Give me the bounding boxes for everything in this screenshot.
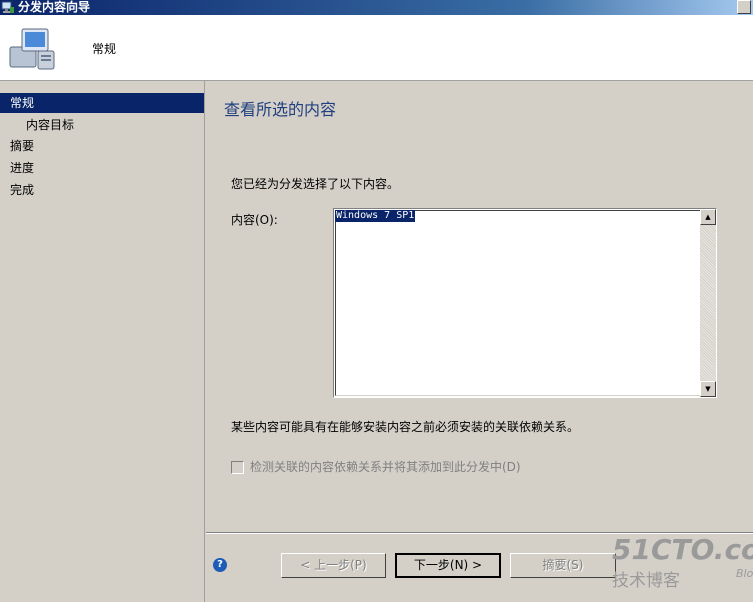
sidebar-item-general[interactable]: 常规 bbox=[0, 93, 204, 113]
title-bar: 分发内容向导 bbox=[0, 0, 753, 15]
close-button[interactable] bbox=[737, 0, 751, 14]
dependency-checkbox-row: 检测关联的内容依赖关系并将其添加到此分发中(D) bbox=[231, 458, 521, 475]
summary-button[interactable]: 摘要(S) bbox=[510, 553, 616, 578]
sidebar-item-content-destination[interactable]: 内容目标 bbox=[0, 115, 204, 135]
content-listbox[interactable]: Windows 7 SP1 ▲ ▼ bbox=[333, 208, 717, 398]
header-title: 常规 bbox=[92, 42, 117, 56]
list-item[interactable]: Windows 7 SP1 bbox=[335, 210, 416, 222]
content-list-label: 内容(O): bbox=[231, 213, 278, 227]
window-title: 分发内容向导 bbox=[18, 0, 91, 14]
dependency-note: 某些内容可能具有在能够安装内容之前必须安装的关联依赖关系。 bbox=[231, 420, 580, 434]
listbox-frame bbox=[335, 210, 715, 396]
sidebar-item-summary[interactable]: 摘要 bbox=[0, 136, 204, 156]
wizard-page: 查看所选的内容 您已经为分发选择了以下内容。 内容(O): Windows 7 … bbox=[206, 81, 753, 602]
wizard-app-icon bbox=[1, 1, 15, 14]
watermark-logo-text: 51CTO.com bbox=[612, 533, 753, 566]
dependency-checkbox-label: 检测关联的内容依赖关系并将其添加到此分发中(D) bbox=[250, 460, 521, 474]
dependency-checkbox[interactable] bbox=[231, 461, 244, 474]
page-title: 查看所选的内容 bbox=[224, 100, 337, 119]
scroll-up-arrow-icon[interactable]: ▲ bbox=[700, 209, 716, 225]
sidebar-item-completion[interactable]: 完成 bbox=[0, 180, 204, 200]
wizard-step-sidebar: 常规 内容目标 摘要 进度 完成 bbox=[0, 81, 205, 602]
page-description: 您已经为分发选择了以下内容。 bbox=[231, 177, 400, 191]
vertical-scrollbar[interactable]: ▲ ▼ bbox=[700, 209, 716, 397]
next-button[interactable]: 下一步(N) > bbox=[395, 553, 501, 578]
help-icon[interactable]: ? bbox=[213, 558, 227, 572]
back-button[interactable]: < 上一步(P) bbox=[281, 553, 386, 578]
watermark-blog: Blog bbox=[736, 567, 753, 580]
computer-icon bbox=[8, 25, 58, 71]
sidebar-item-progress[interactable]: 进度 bbox=[0, 158, 204, 178]
wizard-header: 常规 bbox=[0, 15, 753, 81]
watermark-subtitle: 技术博客 bbox=[612, 571, 680, 591]
scroll-down-arrow-icon[interactable]: ▼ bbox=[700, 381, 716, 397]
